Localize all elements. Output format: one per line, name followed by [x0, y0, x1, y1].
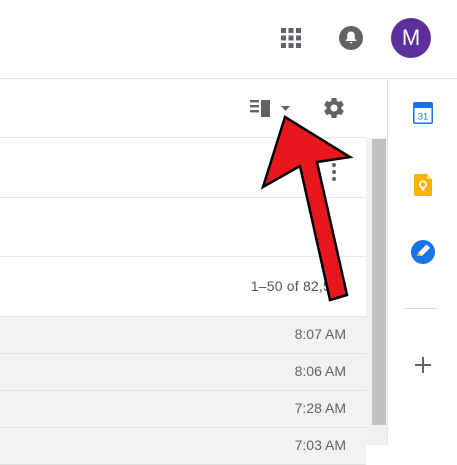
mail-time: 8:06 AM — [294, 363, 346, 379]
avatar-letter: M — [401, 25, 421, 50]
calendar-day-text: 31 — [418, 112, 429, 123]
caret-down-icon — [281, 106, 290, 111]
keep-lightbulb-icon[interactable] — [414, 174, 432, 196]
mail-row[interactable]: 7:28 AM — [0, 391, 366, 428]
apps-grid-icon[interactable] — [281, 28, 301, 48]
vertical-dots-icon[interactable] — [331, 162, 337, 182]
account-avatar[interactable]: M — [391, 18, 431, 58]
mail-time: 7:03 AM — [294, 437, 346, 453]
scrollbar-thumb[interactable] — [372, 139, 386, 425]
mail-time: 7:28 AM — [294, 400, 346, 416]
gear-icon[interactable] — [322, 96, 346, 120]
divider — [0, 137, 366, 138]
split-pane-icon — [250, 100, 290, 117]
tasks-check-icon[interactable] — [411, 240, 435, 264]
pagination-count: 1–50 of 82,598 — [250, 278, 347, 294]
calendar-icon[interactable]: 31 — [413, 102, 433, 124]
bell-icon[interactable] — [339, 26, 363, 50]
mail-row[interactable]: 8:07 AM — [0, 317, 366, 354]
side-panel-divider — [405, 308, 437, 309]
mail-row[interactable]: 7:03 AM — [0, 428, 366, 465]
divider — [0, 256, 366, 257]
top-header-bar — [0, 0, 457, 79]
mail-row[interactable]: 8:06 AM — [0, 354, 366, 391]
mail-time: 8:07 AM — [294, 326, 346, 342]
divider — [0, 197, 366, 198]
toggle-split-pane-button[interactable] — [248, 96, 296, 120]
plus-icon[interactable] — [415, 357, 431, 373]
